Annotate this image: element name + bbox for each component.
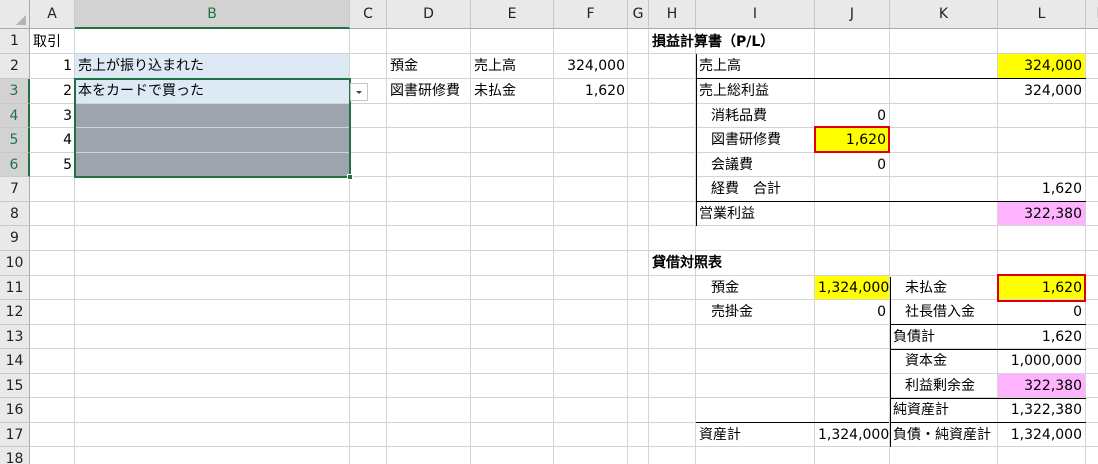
cell-f2[interactable]: 324,000 [554, 54, 628, 78]
cell-i7[interactable]: 経費 合計 [708, 177, 814, 201]
cell-h1-pl-title[interactable]: 損益計算書（P/L） [649, 30, 849, 54]
cell-k16[interactable]: 純資産計 [890, 398, 997, 422]
cell-l14[interactable]: 1,000,000 [998, 349, 1085, 373]
cell-l12[interactable]: 0 [998, 300, 1085, 324]
cell-k12[interactable]: 社長借入金 [902, 300, 997, 324]
spreadsheet[interactable]: 取引 1 2 3 4 5 売上が振り込まれた 本をカードで買った 預金 売上高 … [0, 0, 1098, 464]
cell-l17[interactable]: 1,324,000 [998, 423, 1085, 447]
gridline-horizontal [30, 225, 1098, 226]
column-header-a[interactable]: A [30, 0, 75, 29]
column-header-j[interactable]: J [815, 0, 890, 29]
cell-k11[interactable]: 未払金 [902, 276, 997, 300]
cell-j5[interactable]: 1,620 [815, 128, 889, 152]
cell-e3[interactable]: 未払金 [471, 79, 554, 103]
row-header-8[interactable]: 8 [0, 202, 30, 226]
row-header-11[interactable]: 11 [0, 276, 30, 300]
cell-a3[interactable]: 2 [30, 79, 75, 103]
row-header-15[interactable]: 15 [0, 374, 30, 398]
column-header-g[interactable]: G [628, 0, 649, 29]
cell-i5[interactable]: 図書研修費 [708, 128, 814, 152]
cell-l11[interactable]: 1,620 [998, 276, 1085, 300]
row-header-10[interactable]: 10 [0, 251, 30, 276]
cell-i11[interactable]: 預金 [708, 276, 814, 300]
cell-j6[interactable]: 0 [815, 153, 889, 177]
cell-l16[interactable]: 1,322,380 [998, 398, 1085, 422]
cell-j11[interactable]: 1,324,000 [815, 276, 889, 300]
row-header-3[interactable]: 3 [0, 79, 30, 104]
row-header-7[interactable]: 7 [0, 177, 30, 202]
cell-d2[interactable]: 預金 [387, 54, 471, 78]
gridline-vertical [648, 29, 649, 464]
row-header-17[interactable]: 17 [0, 423, 30, 447]
cell-a4[interactable]: 3 [30, 104, 75, 128]
cell-i12[interactable]: 売掛金 [708, 300, 814, 324]
cell-l15[interactable]: 322,380 [998, 374, 1085, 398]
row-header-2[interactable]: 2 [0, 54, 30, 79]
dropdown-arrow-button[interactable] [350, 83, 368, 101]
column-header-m[interactable]: M [1086, 0, 1098, 29]
row-header-12[interactable]: 12 [0, 300, 30, 325]
cell-j4[interactable]: 0 [815, 104, 889, 128]
cell-l7[interactable]: 1,620 [998, 177, 1085, 201]
cell-a1[interactable]: 取引 [30, 30, 75, 54]
cell-k13[interactable]: 負債計 [890, 325, 997, 349]
cell-a2[interactable]: 1 [30, 54, 75, 78]
cell-i17[interactable]: 資産計 [696, 423, 814, 447]
column-header-l[interactable]: L [998, 0, 1086, 29]
cell-k15[interactable]: 利益剰余金 [902, 374, 997, 398]
cell-b3[interactable]: 本をカードで買った [75, 79, 350, 103]
cell-j12[interactable]: 0 [815, 300, 889, 324]
cell-b2[interactable]: 売上が振り込まれた [75, 54, 350, 78]
cell-e2[interactable]: 売上高 [471, 54, 554, 78]
cell-i3[interactable]: 売上総利益 [696, 79, 814, 103]
row-header-14[interactable]: 14 [0, 349, 30, 374]
row-header-16[interactable]: 16 [0, 398, 30, 423]
chevron-down-icon [356, 90, 362, 94]
cell-i2[interactable]: 売上高 [696, 54, 814, 78]
row-header-13[interactable]: 13 [0, 325, 30, 349]
cell-k17[interactable]: 負債・純資産計 [890, 423, 997, 447]
cell-a5[interactable]: 4 [30, 128, 75, 152]
column-header-h[interactable]: H [649, 0, 696, 29]
cell-j17[interactable]: 1,324,000 [815, 423, 889, 447]
column-header-i[interactable]: I [696, 0, 815, 29]
cell-l2[interactable]: 324,000 [998, 54, 1085, 78]
cell-h10-bs-title[interactable]: 貸借対照表 [649, 251, 799, 275]
cell-a6[interactable]: 5 [30, 153, 75, 177]
cell-l13[interactable]: 1,620 [998, 325, 1085, 349]
cell-l8[interactable]: 322,380 [998, 202, 1085, 226]
cell-f3[interactable]: 1,620 [554, 79, 628, 103]
cell-i6[interactable]: 会議費 [708, 153, 814, 177]
column-header-c[interactable]: C [350, 0, 387, 29]
fill-handle[interactable] [347, 174, 353, 180]
cell-k14[interactable]: 資本金 [902, 349, 997, 373]
cell-l3[interactable]: 324,000 [998, 79, 1085, 103]
row-header-6[interactable]: 6 [0, 153, 30, 177]
column-header-b[interactable]: B [75, 0, 350, 29]
column-header-k[interactable]: K [890, 0, 998, 29]
column-header-d[interactable]: D [387, 0, 471, 29]
cell-d3[interactable]: 図書研修費 [387, 79, 471, 103]
row-header-5[interactable]: 5 [0, 128, 30, 153]
select-all-corner[interactable] [0, 0, 30, 29]
column-header-e[interactable]: E [471, 0, 554, 29]
cell-i8[interactable]: 営業利益 [696, 202, 814, 226]
row-header-4[interactable]: 4 [0, 104, 30, 128]
row-header-9[interactable]: 9 [0, 226, 30, 251]
gridline-horizontal [30, 250, 1098, 251]
column-header-f[interactable]: F [554, 0, 628, 29]
cell-i4[interactable]: 消耗品費 [708, 104, 814, 128]
row-header-1[interactable]: 1 [0, 29, 30, 54]
gridline-vertical [814, 29, 815, 464]
row-header-18[interactable]: 18 [0, 447, 30, 464]
